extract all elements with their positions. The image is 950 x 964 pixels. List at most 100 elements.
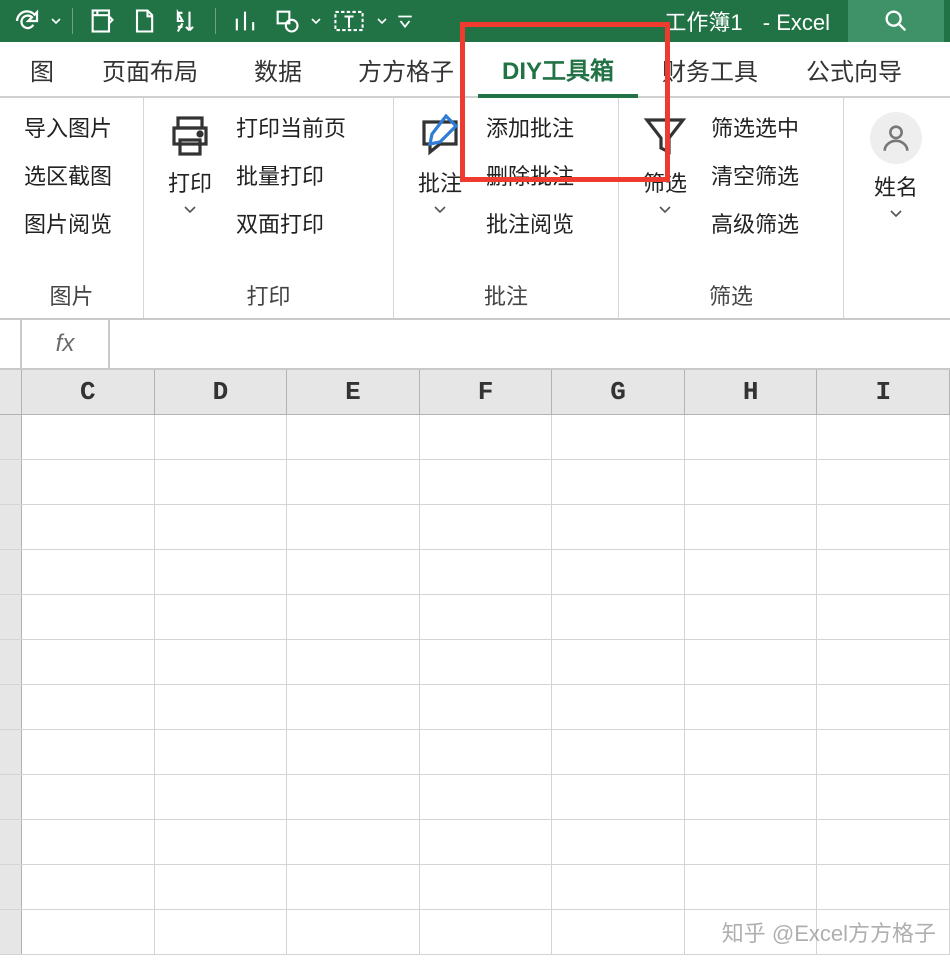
cell[interactable] (685, 550, 818, 594)
advanced-filter-button[interactable]: 高级筛选 (711, 206, 799, 244)
new-file-icon[interactable] (123, 0, 165, 42)
cell[interactable] (22, 460, 155, 504)
cell[interactable] (155, 775, 288, 819)
cell[interactable] (685, 910, 818, 954)
cell[interactable] (22, 730, 155, 774)
filter-button[interactable]: 筛选 (629, 106, 701, 220)
tab-finance[interactable]: 财务工具 (638, 42, 782, 96)
cell[interactable] (287, 820, 420, 864)
col-header[interactable]: I (817, 370, 950, 414)
cell[interactable] (817, 730, 950, 774)
row-header[interactable] (0, 640, 22, 684)
cell[interactable] (817, 460, 950, 504)
row-header[interactable] (0, 820, 22, 864)
cell[interactable] (685, 595, 818, 639)
cell[interactable] (155, 415, 288, 459)
cell[interactable] (552, 910, 685, 954)
filter-selected-button[interactable]: 筛选选中 (711, 110, 799, 148)
cell[interactable] (552, 505, 685, 549)
tab-ffcell[interactable]: 方方格子 (334, 42, 478, 96)
cell[interactable] (22, 550, 155, 594)
cell[interactable] (552, 415, 685, 459)
cell[interactable] (420, 685, 553, 729)
cell[interactable] (685, 730, 818, 774)
tab-data[interactable]: 数据 (222, 42, 334, 96)
tab-formula-wizard[interactable]: 公式向导 (782, 42, 926, 96)
row-header[interactable] (0, 685, 22, 729)
fx-label[interactable]: fx (22, 320, 110, 368)
cell[interactable] (685, 415, 818, 459)
cell[interactable] (420, 640, 553, 684)
comment-button[interactable]: 批注 (404, 106, 476, 220)
cell[interactable] (420, 595, 553, 639)
cell[interactable] (155, 460, 288, 504)
cell[interactable] (22, 685, 155, 729)
cell[interactable] (287, 550, 420, 594)
cell[interactable] (287, 460, 420, 504)
selection-screenshot-button[interactable]: 选区截图 (24, 158, 112, 196)
cell[interactable] (420, 550, 553, 594)
cell[interactable] (817, 910, 950, 954)
cell[interactable] (155, 505, 288, 549)
row-header[interactable] (0, 460, 22, 504)
save-icon[interactable] (81, 0, 123, 42)
cell[interactable] (287, 505, 420, 549)
clear-filter-button[interactable]: 清空筛选 (711, 158, 799, 196)
cell[interactable] (22, 505, 155, 549)
cell[interactable] (22, 775, 155, 819)
cell[interactable] (817, 775, 950, 819)
cell[interactable] (685, 775, 818, 819)
cell[interactable] (817, 685, 950, 729)
cell[interactable] (287, 685, 420, 729)
print-button[interactable]: 打印 (154, 106, 226, 220)
col-header[interactable]: C (22, 370, 155, 414)
col-header[interactable]: G (552, 370, 685, 414)
cell[interactable] (552, 775, 685, 819)
cell[interactable] (420, 910, 553, 954)
row-header[interactable] (0, 415, 22, 459)
cell[interactable] (155, 910, 288, 954)
cell[interactable] (817, 505, 950, 549)
row-header[interactable] (0, 550, 22, 594)
col-header[interactable]: H (685, 370, 818, 414)
cell[interactable] (22, 865, 155, 909)
cell[interactable] (155, 640, 288, 684)
comment-viewer-button[interactable]: 批注阅览 (486, 206, 574, 244)
cell[interactable] (817, 595, 950, 639)
cell[interactable] (22, 820, 155, 864)
shapes-dropdown[interactable] (308, 0, 324, 42)
print-current-page-button[interactable]: 打印当前页 (236, 110, 346, 148)
tab-diy-toolbox[interactable]: DIY工具箱 (478, 42, 638, 98)
cell[interactable] (155, 550, 288, 594)
row-header[interactable] (0, 865, 22, 909)
cell[interactable] (155, 865, 288, 909)
add-comment-button[interactable]: 添加批注 (486, 110, 574, 148)
cell[interactable] (817, 415, 950, 459)
cell[interactable] (552, 595, 685, 639)
textbox-icon[interactable] (324, 0, 374, 42)
cell[interactable] (22, 595, 155, 639)
col-header[interactable]: F (420, 370, 553, 414)
cell[interactable] (552, 820, 685, 864)
cell[interactable] (420, 730, 553, 774)
name-button[interactable]: 姓名 (860, 106, 932, 224)
cell[interactable] (287, 415, 420, 459)
cell[interactable] (22, 640, 155, 684)
sort-icon[interactable] (165, 0, 207, 42)
cell[interactable] (685, 820, 818, 864)
cell[interactable] (552, 730, 685, 774)
cell[interactable] (287, 775, 420, 819)
cell[interactable] (287, 595, 420, 639)
cell[interactable] (552, 640, 685, 684)
redo-dropdown[interactable] (48, 0, 64, 42)
tab-page-layout[interactable]: 页面布局 (78, 42, 222, 96)
import-image-button[interactable]: 导入图片 (24, 110, 112, 148)
duplex-print-button[interactable]: 双面打印 (236, 206, 346, 244)
select-all-corner[interactable] (0, 370, 22, 414)
cell[interactable] (287, 865, 420, 909)
cell[interactable] (420, 775, 553, 819)
col-header[interactable]: E (287, 370, 420, 414)
customize-qat-icon[interactable] (390, 0, 420, 42)
cell[interactable] (817, 865, 950, 909)
cell[interactable] (420, 460, 553, 504)
